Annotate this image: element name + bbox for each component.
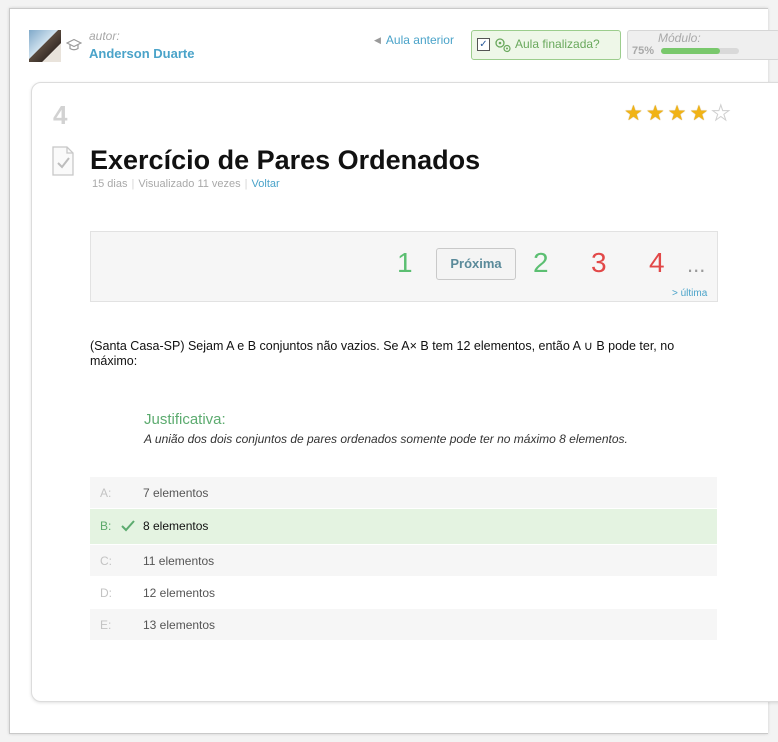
option-text: 13 elementos	[143, 618, 216, 632]
document-check-icon	[52, 146, 74, 176]
graduation-cap-icon	[66, 38, 82, 51]
option-c[interactable]: C: 11 elementos	[90, 545, 717, 576]
meta-separator: |	[131, 178, 135, 190]
rating-stars[interactable]: ★ ★ ★ ★ ★	[624, 103, 733, 125]
star-icon[interactable]: ★	[711, 103, 731, 125]
finished-label: Aula finalizada?	[515, 37, 600, 51]
option-text: 7 elementos	[143, 486, 209, 500]
gears-icon	[495, 38, 511, 53]
lesson-finished-toggle[interactable]: ✓ Aula finalizada?	[471, 30, 621, 60]
lesson-views: Visualizado 11 vezes	[138, 178, 241, 190]
option-text: 12 elementos	[143, 586, 216, 600]
author-name-link[interactable]: Anderson Duarte	[89, 46, 194, 61]
last-page-link[interactable]: > última	[672, 288, 707, 299]
module-percent: 75%	[632, 45, 655, 57]
option-e[interactable]: E: 13 elementos	[90, 609, 717, 640]
page-link-4[interactable]: 4	[649, 247, 665, 279]
checkmark-icon	[121, 520, 135, 532]
justification-text: A união dos dois conjuntos de pares orde…	[144, 432, 628, 446]
justification-title: Justificativa:	[144, 411, 226, 428]
back-link[interactable]: Voltar	[252, 178, 280, 190]
page-title: Exercício de Pares Ordenados	[90, 145, 481, 175]
option-letter: B:	[100, 519, 112, 533]
module-progress-bar	[661, 48, 739, 54]
more-pages: ...	[687, 252, 706, 277]
option-d[interactable]: D: 12 elementos	[90, 577, 717, 608]
lesson-number: 4	[53, 100, 68, 130]
star-icon[interactable]: ★	[646, 103, 665, 124]
option-text: 8 elementos	[143, 519, 209, 533]
previous-lesson-label: Aula anterior	[385, 33, 454, 47]
star-icon[interactable]: ★	[689, 103, 708, 124]
author-label: autor:	[89, 29, 120, 43]
page-link-3[interactable]: 3	[591, 247, 607, 279]
option-letter: E:	[100, 618, 112, 632]
triangle-left-icon: ◀	[374, 35, 381, 45]
lesson-age: 15 dias	[92, 178, 128, 190]
meta-separator: |	[244, 178, 248, 190]
lesson-meta: 15 dias | Visualizado 11 vezes | Voltar	[92, 178, 280, 190]
checkbox-icon[interactable]: ✓	[477, 38, 490, 51]
star-icon[interactable]: ★	[624, 103, 643, 124]
next-button[interactable]: Próxima	[436, 248, 516, 280]
option-letter: C:	[100, 554, 112, 568]
page-link-2[interactable]: 2	[533, 247, 549, 279]
previous-lesson-link[interactable]: ◀ Aula anterior	[374, 33, 454, 47]
option-b[interactable]: B: 8 elementos	[90, 509, 717, 544]
module-progress: Módulo: 75%	[627, 30, 778, 60]
avatar[interactable]	[29, 30, 61, 62]
option-letter: D:	[100, 586, 112, 600]
module-label: Módulo:	[658, 31, 701, 45]
page-link-1[interactable]: 1	[397, 247, 413, 279]
module-progress-fill	[661, 48, 720, 54]
option-text: 11 elementos	[143, 554, 215, 568]
exercise-pager: 1 Próxima 2 3 4 ... > última	[90, 231, 718, 302]
option-a[interactable]: A: 7 elementos	[90, 477, 717, 508]
question-text: (Santa Casa-SP) Sejam A e B conjuntos nã…	[90, 339, 675, 368]
star-icon[interactable]: ★	[668, 103, 687, 124]
option-letter: A:	[100, 486, 112, 500]
